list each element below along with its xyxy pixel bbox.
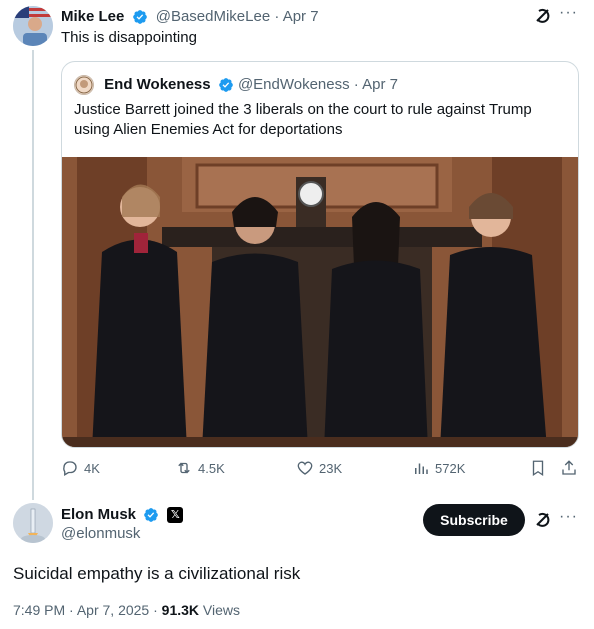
author-handle[interactable]: @BasedMikeLee (156, 8, 270, 25)
tweet-full-date[interactable]: Apr 7, 2025 (77, 602, 149, 618)
reply-count: 4K (84, 460, 100, 476)
quote-author-handle[interactable]: @EndWokeness (238, 76, 350, 93)
separator-dot: · (153, 602, 158, 618)
tweet-date[interactable]: Apr 7 (283, 8, 319, 25)
quote-header: End Wokeness @EndWokeness · Apr 7 (74, 75, 398, 96)
repost-action[interactable]: 4.5K (175, 459, 225, 477)
like-count: 23K (319, 460, 343, 476)
mike-lee-avatar[interactable] (13, 6, 53, 46)
bookmark-icon (532, 460, 544, 477)
bookmark-action[interactable] (529, 459, 547, 477)
share-action[interactable] (560, 459, 578, 477)
tweet-time[interactable]: 7:49 PM (13, 602, 65, 618)
share-icon (562, 460, 576, 475)
elon-musk-avatar[interactable] (13, 503, 53, 543)
verified-badge-icon (218, 78, 233, 92)
like-icon (297, 461, 313, 475)
separator-dot: · (274, 8, 280, 25)
quote-text: Justice Barrett joined the 3 liberals on… (74, 101, 532, 138)
quote-date[interactable]: Apr 7 (362, 76, 398, 93)
quote-author-name[interactable]: End Wokeness (104, 76, 210, 93)
thread-connector-line (32, 50, 34, 500)
repost-count: 4.5K (198, 460, 225, 476)
tweet-metadata: 7:49 PM · Apr 7, 2025 · 91.3K Views (13, 602, 240, 618)
views-count: 572K (435, 460, 466, 476)
x-affiliation-badge-icon: 𝕏 (167, 507, 184, 524)
end-wokeness-avatar (74, 75, 94, 96)
separator-dot: · (69, 602, 74, 618)
more-options-icon[interactable]: ··· (559, 4, 578, 22)
subscribe-button[interactable]: Subscribe (423, 504, 525, 536)
separator-dot: · (353, 76, 359, 93)
tweet-header: Mike Lee @BasedMikeLee · Apr 7 (61, 7, 319, 27)
verified-badge-icon (144, 508, 159, 522)
reply-text: Suicidal empathy is a civilizational ris… (13, 564, 301, 583)
quoted-tweet-card[interactable]: End Wokeness @EndWokeness · Apr 7 Justic… (61, 61, 579, 448)
quote-photo[interactable] (62, 157, 579, 448)
reply-action[interactable]: 4K (61, 459, 100, 477)
verified-badge-icon (132, 10, 147, 24)
more-options-icon[interactable]: ··· (559, 508, 578, 526)
views-action[interactable]: 572K (412, 459, 465, 477)
like-action[interactable]: 23K (296, 459, 342, 477)
tweet-text: This is disappointing (61, 29, 197, 46)
reply-author-name[interactable]: Elon Musk (61, 506, 136, 523)
author-name[interactable]: Mike Lee (61, 8, 124, 25)
grok-icon[interactable] (533, 6, 553, 26)
views-total: 91.3K (161, 602, 200, 618)
grok-icon[interactable] (533, 510, 553, 530)
reply-icon (63, 461, 77, 476)
reply-author-handle[interactable]: @elonmusk (61, 525, 140, 542)
views-label: Views (202, 602, 241, 618)
reply-author-row: Elon Musk 𝕏 (61, 505, 184, 525)
repost-icon (178, 462, 190, 474)
views-icon (415, 463, 428, 474)
